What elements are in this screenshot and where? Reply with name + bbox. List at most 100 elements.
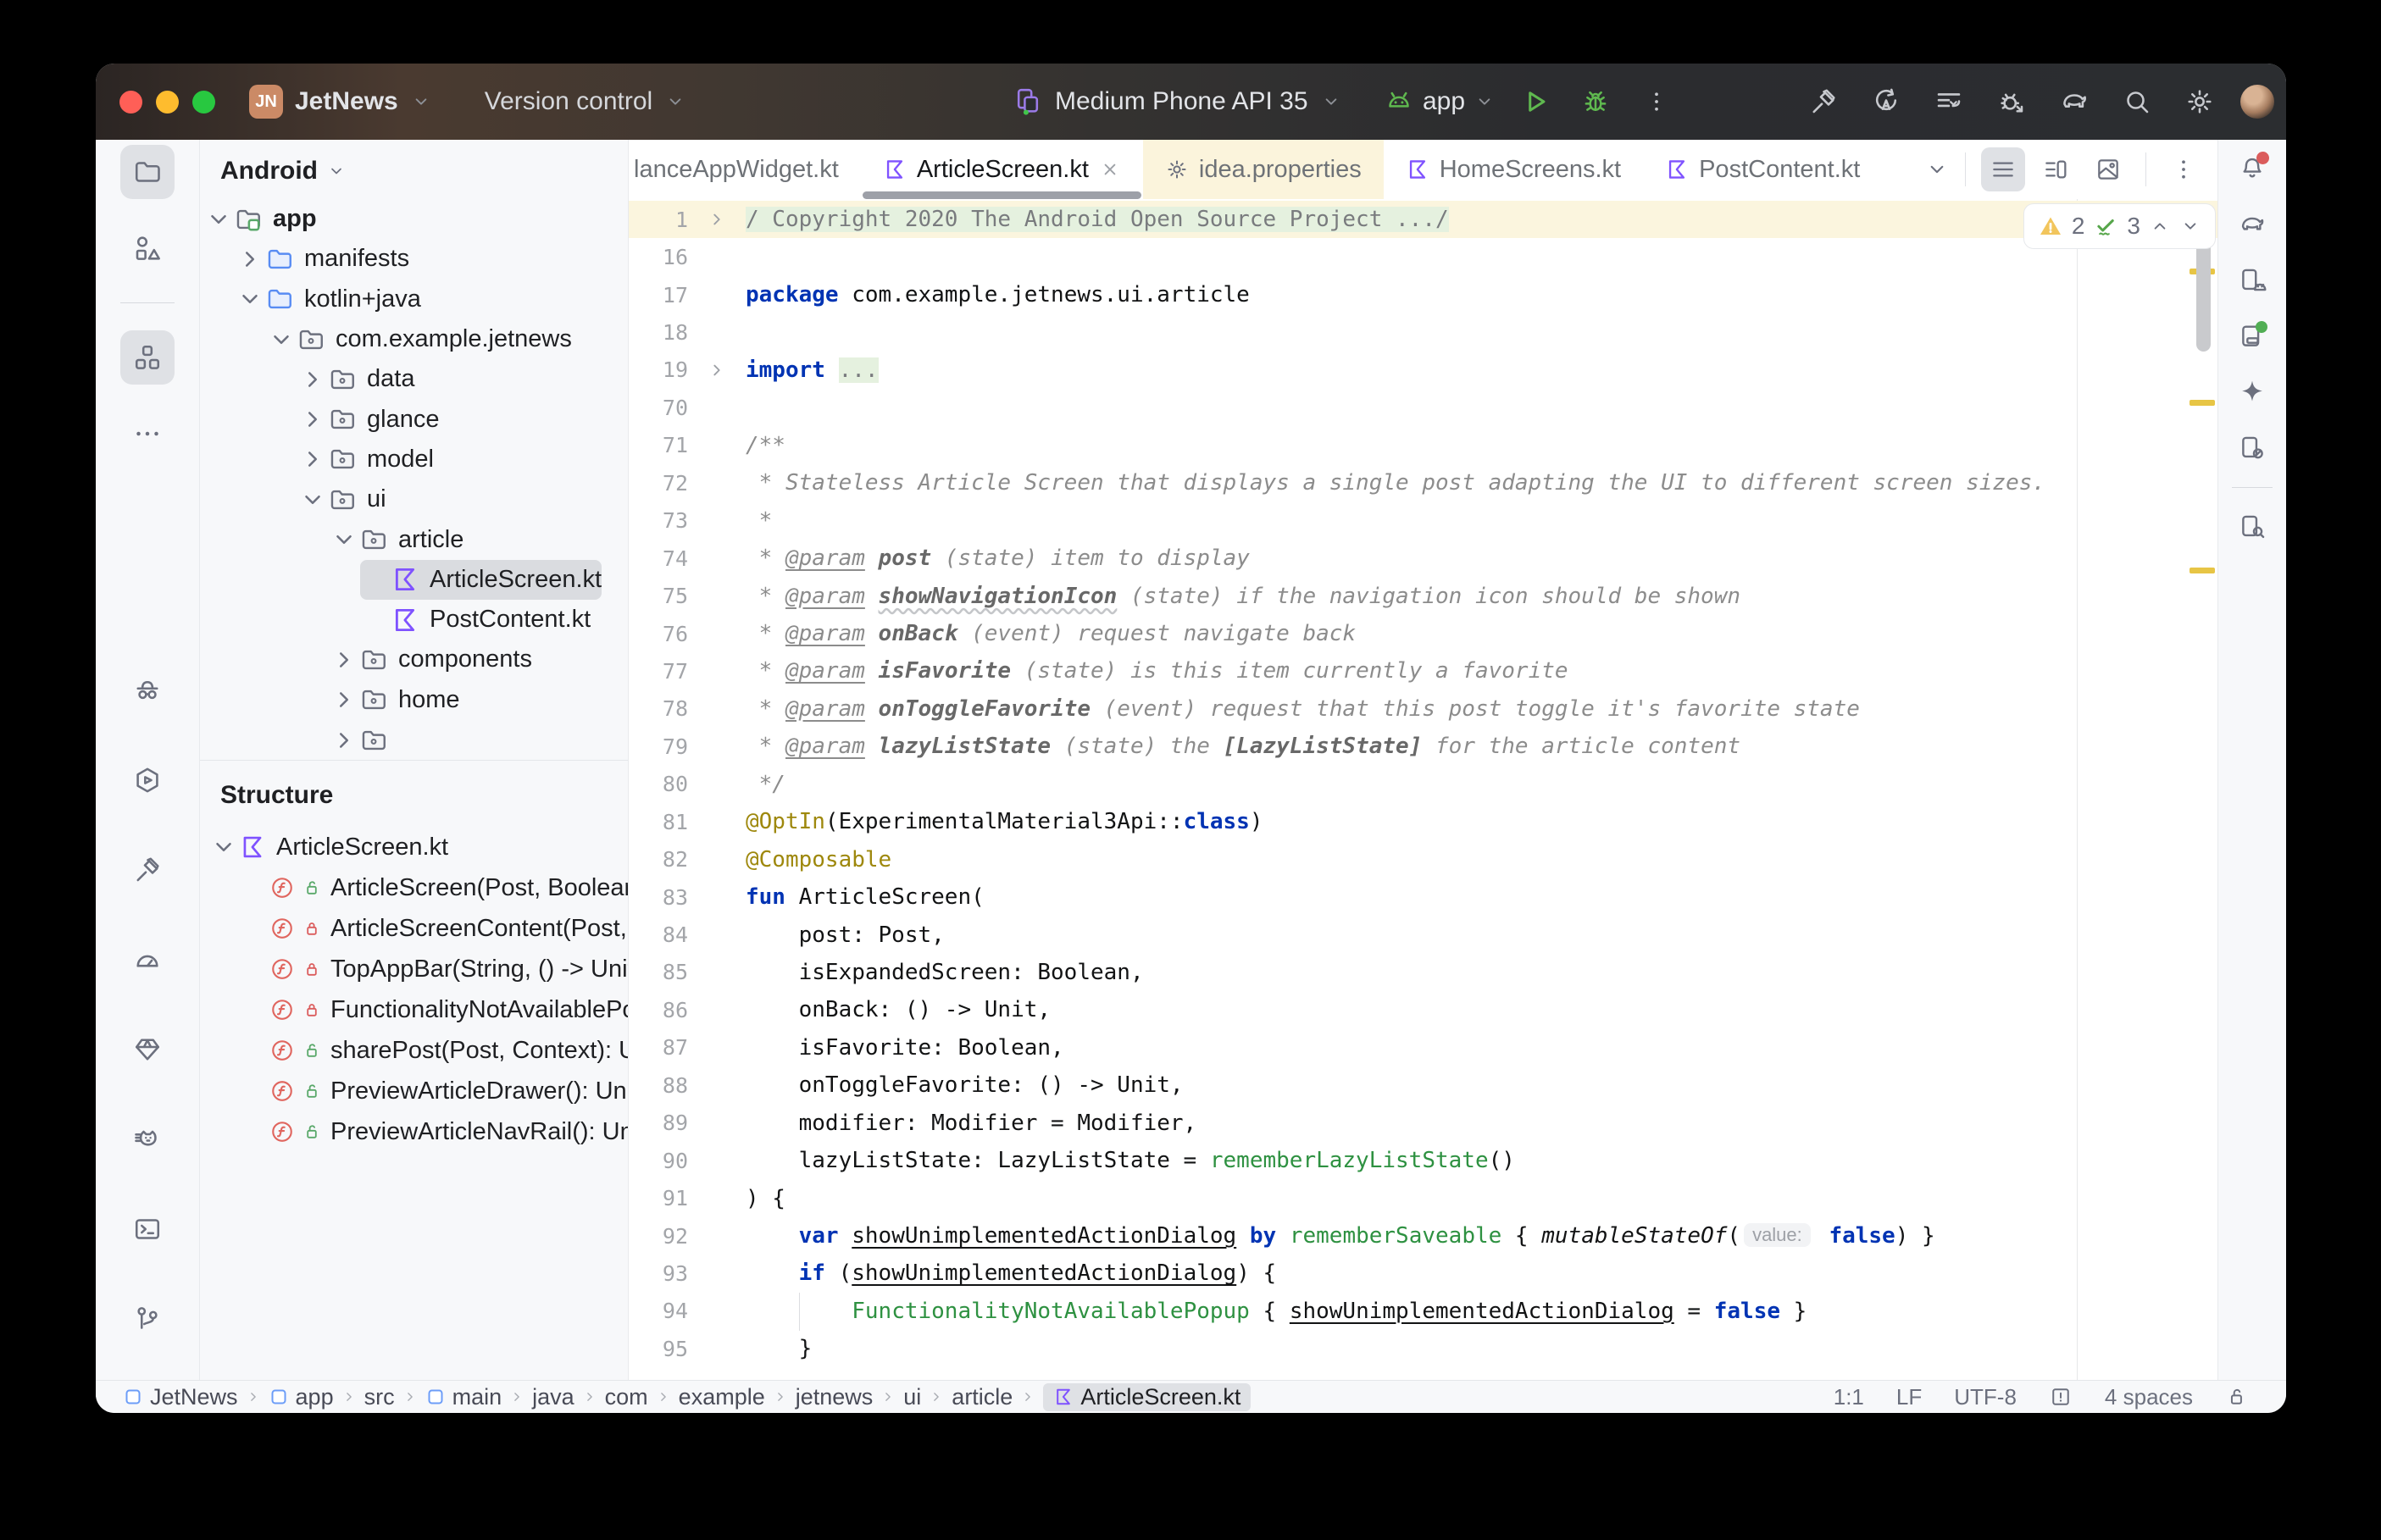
tool-window-version-control[interactable] [120,1292,175,1346]
breadcrumb-jetnews[interactable]: jetnews [796,1384,874,1410]
device-selector[interactable]: Medium Phone API 35 [1013,64,1342,140]
tool-window-profiler[interactable] [120,933,175,987]
tree-item-manifests[interactable]: manifests [200,239,628,279]
chevron-down-icon[interactable] [208,832,239,862]
breadcrumb-ArticleScreen.kt[interactable]: ArticleScreen.kt [1043,1382,1252,1411]
structure-item[interactable]: PreviewArticleDrawer(): Unit [200,1071,628,1111]
structure-item[interactable]: ArticleScreen(Post, Boolean, [200,867,628,908]
code-line-85[interactable]: 85 isExpandedScreen: Boolean, [629,954,2217,991]
breadcrumb-article[interactable]: article [952,1384,1013,1410]
run-button[interactable] [1512,80,1557,124]
tree-item-home[interactable]: home [200,680,628,720]
tab-lanceAppWidget.kt[interactable]: lanceAppWidget.kt [629,140,861,199]
tool-window-services[interactable] [120,753,175,807]
tool-window-device-manager[interactable] [2230,258,2274,302]
tool-window-terminal[interactable] [120,1202,175,1256]
chevron-down-icon[interactable] [203,204,234,235]
code-line-71[interactable]: 71 /** [629,427,2217,464]
minimize-window-button[interactable] [156,90,179,114]
run-configuration-selector[interactable]: app [1384,86,1496,117]
run-tasks-button[interactable] [1927,80,1971,124]
code-line-17[interactable]: 17 package com.example.jetnews.ui.articl… [629,276,2217,313]
tree-item-clipped[interactable] [200,720,628,760]
code-line-73[interactable]: 73 * [629,502,2217,540]
tree-item-kotlin+java[interactable]: kotlin+java [200,280,628,319]
tool-window-logcat[interactable] [120,1112,175,1166]
tab-PostContent.kt[interactable]: PostContent.kt [1643,140,1882,199]
code-line-89[interactable]: 89 modifier: Modifier = Modifier, [629,1105,2217,1142]
file-encoding[interactable]: UTF-8 [1954,1384,2017,1410]
notifications-status-icon[interactable] [2049,1385,2073,1409]
structure-item[interactable]: FunctionalityNotAvailablePop [200,989,628,1030]
chevron-right-icon[interactable] [329,725,359,756]
hidden-tabs-icon[interactable] [1924,157,1950,182]
code-line-77[interactable]: 77 * @param isFavorite (state) is this i… [629,652,2217,690]
breadcrumb-java[interactable]: java [532,1384,574,1410]
code-line-81[interactable]: 81 @OptIn(ExperimentalMaterial3Api::clas… [629,803,2217,840]
code-line-70[interactable]: 70 [629,389,2217,426]
user-avatar[interactable] [2240,85,2274,119]
tree-item-model[interactable]: model [200,440,628,479]
settings-button[interactable] [2178,80,2222,124]
chevron-down-icon[interactable] [266,324,297,355]
next-problem-icon[interactable] [2179,215,2201,237]
design-view-button[interactable] [2086,147,2130,191]
tree-item-app[interactable]: app [200,199,628,239]
tree-item-com.example.jetnews[interactable]: com.example.jetnews [200,319,628,359]
structure-root[interactable]: ArticleScreen.kt [200,827,628,867]
code-line-72[interactable]: 72 * Stateless Article Screen that displ… [629,464,2217,501]
code-line-90[interactable]: 90 lazyListState: LazyListState = rememb… [629,1142,2217,1179]
refresh-a-button[interactable] [1864,80,1908,124]
tool-window-gem[interactable] [120,1022,175,1077]
structure-item[interactable]: ArticleScreenContent(Post, () [200,908,628,949]
close-window-button[interactable] [119,90,142,114]
warning-stripe-mark[interactable] [2190,400,2215,406]
code-line-74[interactable]: 74 * @param post (state) item to display [629,540,2217,577]
structure-item[interactable]: sharePost(Post, Context): Un [200,1030,628,1071]
line-ending[interactable]: LF [1896,1384,1922,1410]
tool-window-notifications[interactable] [2230,147,2274,191]
chevron-down-icon[interactable] [297,485,328,515]
code-line-16[interactable]: 16 [629,238,2217,275]
chevron-down-icon[interactable] [235,284,265,314]
tool-window-structure[interactable] [120,330,175,385]
warning-stripe-mark[interactable] [2190,568,2215,573]
chevron-right-icon[interactable] [329,645,359,675]
code-line-83[interactable]: 83 fun ArticleScreen( [629,878,2217,916]
tree-item-ui[interactable]: ui [200,479,628,519]
breadcrumb-JetNews[interactable]: JetNews [123,1384,238,1410]
vcs-menu[interactable]: Version control [485,87,652,116]
breadcrumb-ui[interactable]: ui [903,1384,921,1410]
prev-problem-icon[interactable] [2149,215,2171,237]
tool-window-gradle[interactable] [2230,202,2274,247]
code-line-91[interactable]: 91 ) { [629,1179,2217,1216]
code-line-95[interactable]: 95 } [629,1330,2217,1367]
tool-window-device-mirroring[interactable] [2230,426,2274,470]
gradle-sync-button[interactable] [2052,80,2096,124]
inspections-widget[interactable]: 2 3 [2023,203,2216,249]
tool-window-gemini[interactable] [2230,370,2274,414]
code-line-86[interactable]: 86 onBack: () -> Unit, [629,991,2217,1028]
structure-item[interactable]: TopAppBar(String, () -> Unit, [200,949,628,989]
zoom-window-button[interactable] [192,90,215,114]
code-editor[interactable]: 1 / Copyright 2020 The Android Open Sour… [629,199,2217,1380]
code-line-94[interactable]: 94 FunctionalityNotAvailablePopup { show… [629,1293,2217,1330]
chevron-right-icon[interactable] [329,684,359,715]
chevron-right-icon[interactable] [235,244,265,274]
tool-window-device-explorer[interactable] [2230,505,2274,549]
tree-item-data[interactable]: data [200,359,628,399]
code-line-76[interactable]: 76 * @param onBack (event) request navig… [629,615,2217,652]
tree-item-glance[interactable]: glance [200,399,628,439]
tool-window-running-devices[interactable] [2230,314,2274,358]
bug-rerun-button[interactable] [1990,80,2034,124]
code-line-78[interactable]: 78 * @param onToggleFavorite (event) req… [629,690,2217,728]
breadcrumb-app[interactable]: app [269,1384,334,1410]
tab-HomeScreens.kt[interactable]: HomeScreens.kt [1384,140,1643,199]
tree-item-PostContent.kt[interactable]: PostContent.kt [200,600,628,640]
tree-item-components[interactable]: components [200,640,628,679]
debug-button[interactable] [1573,80,1618,124]
hammer-button[interactable] [1801,80,1845,124]
chevron-right-icon[interactable] [297,444,328,474]
code-line-88[interactable]: 88 onToggleFavorite: () -> Unit, [629,1066,2217,1104]
code-line-18[interactable]: 18 [629,313,2217,351]
